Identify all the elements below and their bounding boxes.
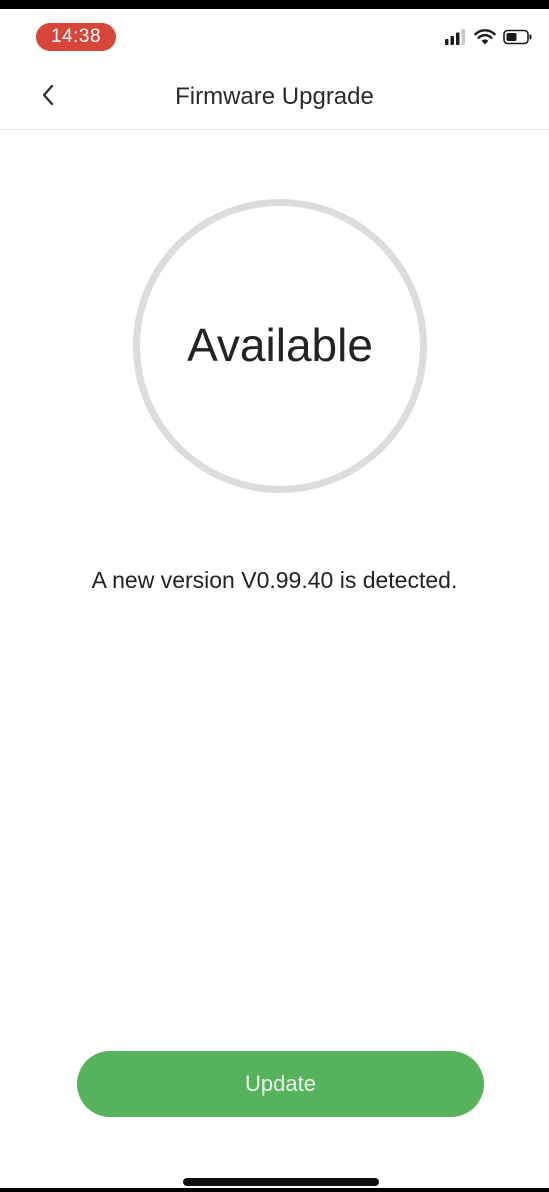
firmware-status-label: Available <box>187 319 373 371</box>
cellular-signal-icon <box>445 28 467 50</box>
status-icons <box>445 28 533 50</box>
wifi-icon <box>474 28 496 50</box>
page-title: Firmware Upgrade <box>175 83 374 110</box>
top-edge-bar <box>0 0 549 9</box>
bottom-edge-bar <box>0 1188 549 1192</box>
firmware-status-ring: Available <box>133 199 427 493</box>
status-time: 14:38 <box>36 23 116 51</box>
home-indicator[interactable] <box>183 1178 379 1186</box>
update-button[interactable]: Update <box>77 1051 484 1117</box>
navigation-bar: Firmware Upgrade <box>0 65 549 130</box>
status-bar: 14:38 <box>0 9 549 65</box>
version-detected-message: A new version V0.99.40 is detected. <box>91 567 458 593</box>
battery-icon <box>503 29 533 50</box>
